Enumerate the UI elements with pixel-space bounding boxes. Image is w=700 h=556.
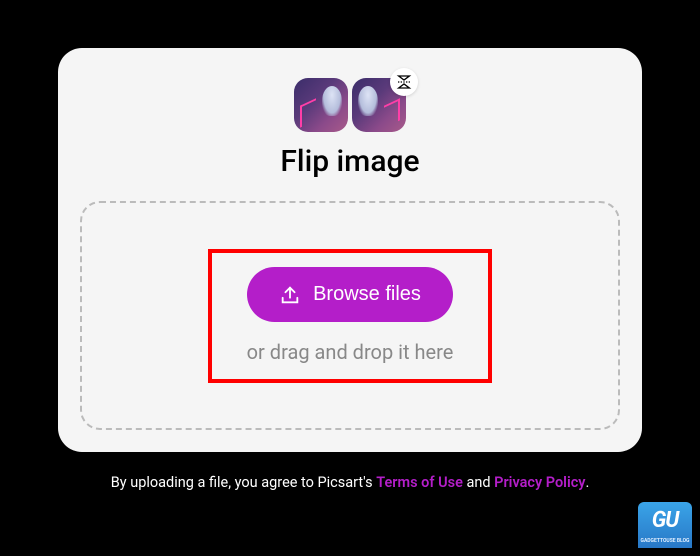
privacy-policy-link[interactable]: Privacy Policy: [494, 474, 585, 491]
footer-prefix: By uploading a file, you agree to Picsar…: [111, 474, 377, 491]
flip-badge-icon: [390, 68, 418, 96]
watermark-badge: GU: [638, 502, 692, 548]
upload-card: Flip image Browse files or drag and drop…: [58, 48, 642, 452]
upload-agreement-text: By uploading a file, you agree to Picsar…: [111, 474, 590, 491]
page-title: Flip image: [280, 144, 419, 179]
footer-and: and: [463, 474, 494, 491]
flip-preview-icon: [294, 78, 406, 132]
footer-suffix: .: [585, 474, 589, 491]
preview-tile-left: [294, 78, 348, 132]
annotation-highlight: [208, 249, 492, 383]
file-dropzone[interactable]: Browse files or drag and drop it here: [80, 201, 620, 430]
terms-of-use-link[interactable]: Terms of Use: [376, 474, 463, 491]
